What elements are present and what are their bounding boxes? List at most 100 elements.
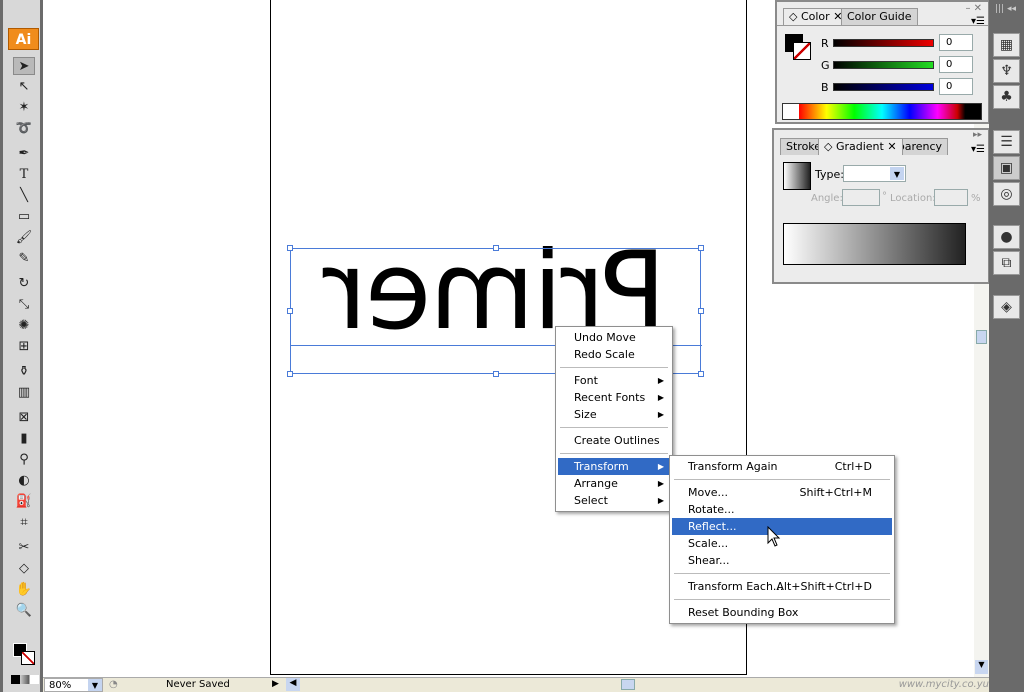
scroll-down-arrow[interactable]: ▼ [975,660,988,674]
collapse-icon[interactable]: ▸▸ [973,130,982,140]
tab-gradient[interactable]: ◇ Gradient ✕ [818,138,903,155]
handle[interactable] [287,245,293,251]
handle[interactable] [287,308,293,314]
type-dropdown[interactable]: ▼ [843,165,906,182]
stroke-icon[interactable]: ☰ [993,130,1020,154]
scale-tool-icon[interactable]: ⤡ [13,296,35,314]
selection-tool-icon[interactable]: ➤ [13,57,35,75]
menu-item-select[interactable]: Select ▶ [558,492,670,509]
handle[interactable] [493,371,499,377]
live-paint-tool-icon[interactable]: ⛽ [13,493,35,511]
color-spectrum[interactable] [782,103,982,120]
warp-tool-icon[interactable]: ✺ [13,317,35,335]
handle[interactable] [698,371,704,377]
g-slider[interactable] [833,61,934,69]
tab-color[interactable]: ◇ Color ✕ [783,8,849,25]
gradient-icon[interactable]: ▣ [993,156,1020,180]
menu-item-font[interactable]: Font ▶ [558,372,670,389]
slice-tool-icon[interactable]: ⌗ [13,514,35,532]
free-transform-tool-icon[interactable]: ⊞ [13,338,35,356]
scroll-thumb[interactable] [976,330,987,344]
b-input[interactable]: 0 [939,78,973,95]
minimize-close-icon[interactable]: – ✕ [965,3,982,14]
zoom-tool-icon[interactable]: 🔍 [13,602,35,620]
status-bar: 80% ▼ ◔ Never Saved ▶ ◀ www.mycity.co.yu [43,677,989,692]
type-label: Type: [815,168,844,181]
mesh-tool-icon[interactable]: ⊠ [13,409,35,427]
color-panel: ◇ Color ✕ Color Guide – ✕ ▾☰ R 0 G 0 B 0 [775,0,990,124]
symbols-icon[interactable]: ♣ [993,85,1020,109]
direct-selection-tool-icon[interactable]: ↖ [13,78,35,96]
gradient-preview-swatch[interactable] [783,162,811,190]
menu-item-transform-again[interactable]: Transform Again Ctrl+D [672,458,892,475]
handle[interactable] [698,308,704,314]
rectangle-tool-icon[interactable]: ▭ [13,208,35,226]
eraser-tool-icon[interactable]: ◇ [13,560,35,578]
b-label: B [821,81,829,94]
version-cue-icon[interactable]: ◔ [109,679,118,690]
menu-item-undo-move[interactable]: Undo Move [558,329,670,346]
chevron-down-icon: ▼ [88,679,102,691]
horizontal-scroll-thumb[interactable] [621,679,635,690]
menu-item-reflect[interactable]: Reflect... [672,518,892,535]
menu-item-arrange[interactable]: Arrange ▶ [558,475,670,492]
transform-submenu: Transform Again Ctrl+D Move... Shift+Ctrl+… [669,455,895,624]
color-mode-buttons[interactable] [11,675,39,684]
ai-logo: Ai [8,28,39,50]
handle[interactable] [493,245,499,251]
r-input[interactable]: 0 [939,34,973,51]
transparency-icon[interactable]: ◎ [993,182,1020,206]
b-slider[interactable] [833,83,934,91]
pencil-tool-icon[interactable]: ✎ [13,250,35,268]
gradient-tool-icon[interactable]: ▮ [13,430,35,448]
handle[interactable] [698,245,704,251]
menu-item-shear[interactable]: Shear... [672,552,892,569]
menu-item-recent-fonts[interactable]: Recent Fonts ▶ [558,389,670,406]
graphic-styles-icon[interactable]: ⧉ [993,251,1020,275]
eyedropper-tool-icon[interactable]: ⚲ [13,451,35,469]
line-tool-icon[interactable]: ╲ [13,187,35,205]
g-input[interactable]: 0 [939,56,973,73]
appearance-icon[interactable]: ● [993,225,1020,249]
menu-item-scale[interactable]: Scale... [672,535,892,552]
hand-tool-icon[interactable]: ✋ [13,581,35,599]
zoom-dropdown[interactable]: 80% ▼ [44,678,103,692]
menu-item-rotate[interactable]: Rotate... [672,501,892,518]
menu-item-size[interactable]: Size ▶ [558,406,670,423]
swatches-icon[interactable]: ▦ [993,33,1020,57]
context-menu: Undo Move Redo Scale Font ▶ Recent Fonts ▶… [555,326,673,512]
percent-label: % [971,193,981,204]
brushes-icon[interactable]: ♆ [993,59,1020,83]
lasso-tool-icon[interactable]: ➰ [13,120,35,138]
paintbrush-tool-icon[interactable]: 🖌 [13,229,35,247]
panel-menu-icon[interactable]: ▾☰ [971,144,985,155]
tab-color-guide[interactable]: Color Guide [841,8,918,25]
gradient-slider[interactable] [783,223,966,265]
degree-label: ° [882,191,887,202]
menu-item-move[interactable]: Move... Shift+Ctrl+M [672,484,892,501]
column-graph-tool-icon[interactable]: ▥ [13,384,35,402]
magic-wand-tool-icon[interactable]: ✶ [13,99,35,117]
status-menu-arrow[interactable]: ▶ [272,679,279,689]
scissors-tool-icon[interactable]: ✂ [13,539,35,557]
menu-item-reset-bounding-box[interactable]: Reset Bounding Box [672,604,892,621]
menu-item-transform[interactable]: Transform ▶ [558,458,670,475]
scroll-left-arrow[interactable]: ◀ [286,678,300,691]
symbol-sprayer-tool-icon[interactable]: ⚱ [13,363,35,381]
g-label: G [821,59,830,72]
handle[interactable] [287,371,293,377]
location-input[interactable] [934,189,968,206]
angle-input[interactable] [842,189,880,206]
blend-tool-icon[interactable]: ◐ [13,472,35,490]
stroke-swatch[interactable] [21,651,35,665]
r-slider[interactable] [833,39,934,47]
layers-icon[interactable]: ◈ [993,295,1020,319]
rotate-tool-icon[interactable]: ↻ [13,275,35,293]
document-status[interactable]: Never Saved [166,679,230,690]
stroke-color-swatch[interactable] [793,42,811,60]
pen-tool-icon[interactable]: ✒ [13,145,35,163]
menu-item-create-outlines[interactable]: Create Outlines [558,432,670,449]
type-tool-icon[interactable]: T [13,166,35,184]
menu-item-transform-each[interactable]: Transform Each... Alt+Shift+Ctrl+D [672,578,892,595]
menu-item-redo-scale[interactable]: Redo Scale [558,346,670,363]
